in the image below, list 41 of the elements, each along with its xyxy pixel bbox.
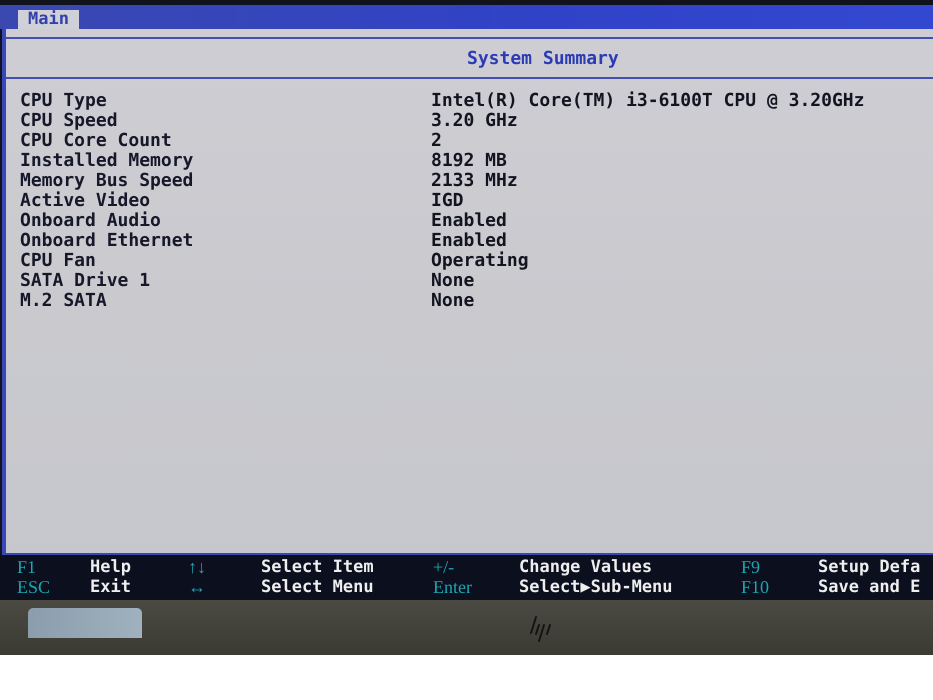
shortcut-key: ESC xyxy=(17,577,90,597)
shortcut-key: Enter xyxy=(433,577,519,597)
item-label: Memory Bus Speed xyxy=(20,171,194,191)
item-value: Operating xyxy=(431,251,530,271)
shortcut-key: F10 xyxy=(741,577,818,597)
item-label: SATA Drive 1 xyxy=(20,271,152,291)
item-label: Onboard Ethernet xyxy=(20,231,194,251)
item-label: CPU Type xyxy=(20,91,108,111)
item-label: CPU Core Count xyxy=(20,131,173,151)
item-value: 2133 MHz xyxy=(431,171,519,191)
item-value: 8192 MB xyxy=(431,151,508,171)
item-label: CPU Speed xyxy=(20,111,119,131)
item-value: None xyxy=(431,271,476,291)
shortcut-key: ↑↓ xyxy=(188,557,261,577)
item-value: IGD xyxy=(431,191,465,211)
item-value: 2 xyxy=(431,131,443,151)
item-value: Intel(R) Core(TM) i3-6100T CPU @ 3.20GHz xyxy=(431,91,864,111)
shortcut-key: +/- xyxy=(433,557,519,577)
shortcut-description: Select Menu xyxy=(261,577,375,597)
item-value: None xyxy=(431,291,476,311)
shortcut-description: Save and E xyxy=(818,577,922,597)
section-title: System Summary xyxy=(467,46,619,70)
shortcut-key: F1 xyxy=(17,557,90,577)
shortcut-description: Setup Defa xyxy=(818,557,922,577)
logo-icon xyxy=(530,616,552,642)
item-label: CPU Fan xyxy=(20,251,97,271)
shortcut-description: Exit xyxy=(90,577,132,597)
item-value: Enabled xyxy=(431,211,508,231)
shortcut-description: Change Values xyxy=(519,557,654,577)
shortcut-description: Select Item xyxy=(261,557,375,577)
item-label: Onboard Audio xyxy=(20,211,162,231)
item-label: M.2 SATA xyxy=(20,291,108,311)
shortcut-key: F9 xyxy=(741,557,818,577)
item-value: 3.20 GHz xyxy=(431,111,519,131)
item-value: Enabled xyxy=(431,231,508,251)
shortcut-description: Help xyxy=(90,557,132,577)
shortcut-description: Select▶Sub-Menu xyxy=(519,577,674,597)
menu-tab[interactable]: Main xyxy=(18,10,79,29)
item-label: Installed Memory xyxy=(20,151,194,171)
shortcut-key: ↔ xyxy=(188,577,261,597)
item-label: Active Video xyxy=(20,191,152,211)
